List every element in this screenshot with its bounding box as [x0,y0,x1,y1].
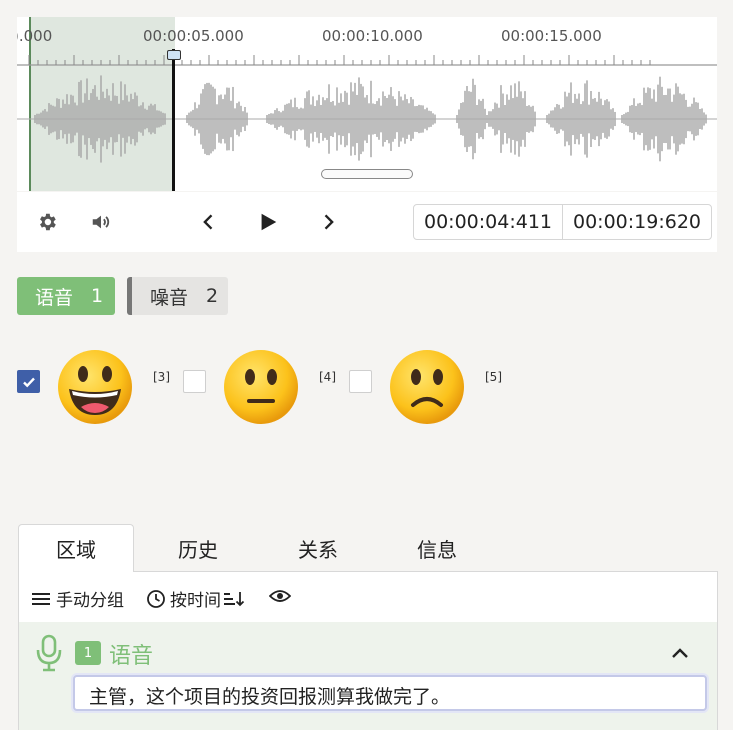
neutral-face-icon [224,350,298,424]
sort-by-time-button[interactable]: 按时间 [146,586,245,611]
tab-history[interactable]: 历史 [140,524,256,572]
manual-group-button[interactable]: 手动分组 [31,586,124,611]
play-button[interactable] [252,206,284,238]
settings-button[interactable] [31,206,63,238]
label-chip-speech[interactable]: 语音 1 [17,277,115,315]
tab-regions[interactable]: 区域 [18,524,134,572]
sort-ascending-icon [224,591,245,606]
region-index-badge: 1 [75,641,101,665]
clock-icon [147,589,165,608]
total-time-display: 00:00:19:620 [562,204,712,240]
microphone-icon [36,634,62,672]
region-label: 语音 [109,644,154,669]
eye-icon [269,590,291,602]
previous-button[interactable] [193,206,225,238]
label-chip-name: 噪音 [150,286,189,309]
gear-icon [40,213,56,231]
manual-group-label: 手动分组 [56,591,124,611]
grinning-face-icon [58,350,132,424]
rating-checkbox-1[interactable] [17,370,40,393]
label-chip-noise[interactable]: 噪音 2 [127,277,228,315]
rating-checkbox-3[interactable] [349,370,372,393]
playhead[interactable] [172,49,175,191]
frowning-face-icon [390,350,464,424]
sort-by-time-label: 按时间 [170,591,221,611]
regions-panel: 手动分组 按时间 1 语音 主管，这个项目的投资回报测算我做完了。 [18,571,718,730]
waveform-scrollbar[interactable] [321,169,413,179]
visibility-toggle[interactable] [269,587,291,605]
next-button[interactable] [312,206,344,238]
ruler-label: 00:00:10.000 [322,27,423,45]
play-icon [261,213,277,231]
ruler-label: 00:00:15.000 [501,27,602,45]
rating-checkbox-2[interactable] [183,370,206,393]
rating-hotkey-5: [5] [485,370,502,384]
label-chip-hotkey: 2 [206,285,219,307]
transcript-input[interactable]: 主管，这个项目的投资回报测算我做完了。 [73,675,707,711]
chevron-up-icon[interactable] [671,646,689,660]
transport-bar: 00:00:04:411 00:00:19:620 [17,192,717,252]
tab-info[interactable]: 信息 [379,524,495,572]
region-item[interactable]: 1 语音 主管，这个项目的投资回报测算我做完了。 [19,622,717,730]
speaker-icon [92,215,110,229]
playhead-handle[interactable] [167,50,181,60]
rating-hotkey-3: [3] [153,370,170,384]
current-time-display: 00:00:04:411 [413,204,563,240]
chevron-right-icon [324,214,334,230]
label-chip-hotkey: 1 [91,285,104,307]
check-icon [22,377,35,387]
volume-button[interactable] [85,206,117,238]
timeline-ruler[interactable]: ).000 00:00:05.000 00:00:10.000 00:00:15… [17,17,717,67]
tab-relations[interactable]: 关系 [260,524,376,572]
ruler-label: ).000 [17,27,53,45]
label-chip-name: 语音 [35,286,74,309]
chevron-left-icon [203,214,213,230]
rating-hotkey-4: [4] [319,370,336,384]
waveform-panel[interactable]: ).000 00:00:05.000 00:00:10.000 00:00:15… [17,17,717,191]
ruler-label: 00:00:05.000 [143,27,244,45]
menu-icon [32,592,50,605]
